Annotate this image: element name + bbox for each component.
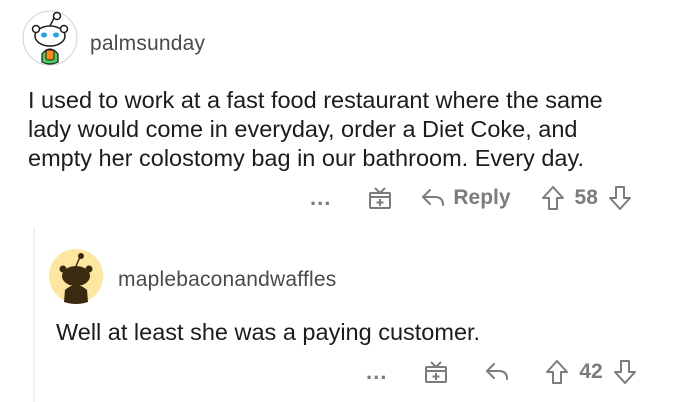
award-button[interactable] <box>423 359 449 385</box>
reply-button[interactable] <box>485 361 509 383</box>
reply-icon <box>486 363 509 380</box>
comment-text-line: Well at least she was a paying customer. <box>56 319 481 345</box>
vote-count: 42 <box>579 360 603 383</box>
award-icon <box>369 187 392 209</box>
more-options-button[interactable]: ... <box>366 361 387 383</box>
comment-actions: ... 42 <box>366 358 637 386</box>
reply-button[interactable]: Reply <box>421 186 511 210</box>
comment-actions: ... Reply 58 <box>310 184 632 212</box>
award-icon <box>425 361 448 383</box>
vote-count: 58 <box>574 186 598 209</box>
thread-line[interactable] <box>33 228 35 402</box>
comment-text-line: lady would come in everyday, order a Die… <box>28 116 578 142</box>
snoo-avatar-icon <box>49 249 103 304</box>
reply-label: Reply <box>453 186 511 209</box>
upvote-icon <box>541 186 564 210</box>
downvote-icon <box>613 360 636 384</box>
comment-body: I used to work at a fast food restaurant… <box>28 86 603 173</box>
more-options-button[interactable]: ... <box>310 187 331 209</box>
upvote-button[interactable] <box>541 185 565 211</box>
user-avatar[interactable] <box>22 10 78 66</box>
upvote-button[interactable] <box>545 359 569 385</box>
comment-username[interactable]: maplebaconandwaffles <box>118 268 336 292</box>
downvote-button[interactable] <box>613 359 637 385</box>
award-button[interactable] <box>367 185 393 211</box>
comment-username[interactable]: palmsunday <box>90 32 205 56</box>
downvote-button[interactable] <box>608 185 632 211</box>
comment-body: Well at least she was a paying customer. <box>56 318 480 347</box>
comment-text-line: empty her colostomy bag in our bathroom.… <box>28 145 584 171</box>
upvote-icon <box>546 360 569 384</box>
downvote-icon <box>608 186 631 210</box>
comment-text-line: I used to work at a fast food restaurant… <box>28 87 603 113</box>
user-avatar[interactable] <box>48 248 104 304</box>
snoo-avatar-icon <box>22 10 78 66</box>
reply-icon <box>422 189 445 206</box>
